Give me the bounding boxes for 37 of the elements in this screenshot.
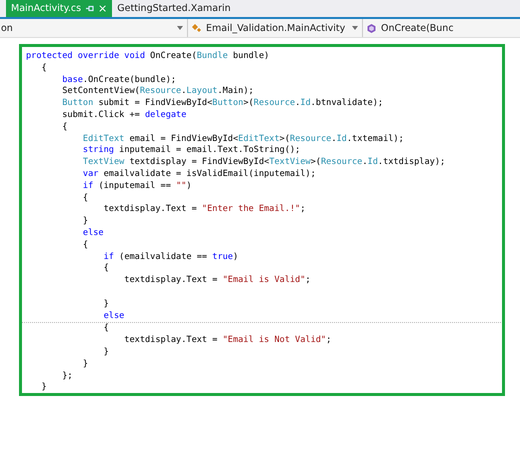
- code-line: textdisplay.Text = "Email is Valid";: [123, 275, 311, 286]
- class-icon: [191, 22, 202, 34]
- code-line: SetContentView(Resource.Layout.Main);: [61, 86, 254, 96]
- code-line: {: [61, 122, 68, 132]
- code-line: var emailvalidate = isValidEmail(inputemail);: [82, 168, 316, 179]
- code-line: textdisplay.Text = "Email is Not Valid";: [123, 335, 332, 346]
- code-line: {: [102, 263, 109, 274]
- file-tab[interactable]: GettingStarted.Xamarin: [112, 0, 236, 17]
- code-line: submit.Click += delegate: [61, 110, 186, 120]
- code-line: }: [102, 346, 109, 357]
- caret-icon: [352, 26, 358, 30]
- code-line: }: [102, 298, 109, 309]
- code-line: textdisplay.Text = "Enter the Email.!";: [102, 204, 306, 214]
- code-line: }: [40, 382, 47, 392]
- dropdown[interactable]: Email_Validation.MainActivity: [188, 19, 363, 37]
- code-line: protected override void OnCreate(Bundle bundle): [26, 51, 270, 61]
- code-line: if (inputemail == ""): [82, 180, 192, 191]
- code-line: TextView textdisplay = FindViewById<TextView>(Resource.Id.txtdisplay);: [82, 157, 446, 168]
- caret-icon: [177, 26, 183, 30]
- code-line: string inputemail = email.Text.ToString();: [82, 145, 300, 156]
- code-line: else: [102, 310, 124, 321]
- code-line: {: [102, 323, 109, 334]
- code-line: }: [82, 216, 88, 226]
- code-line: EditText email = FindViewById<EditText>(Resource.Id.txtemail);: [82, 134, 404, 144]
- code-line: {: [82, 192, 88, 203]
- code-line: {: [82, 240, 88, 250]
- dropdown[interactable]: OnCreate(Bunc: [363, 19, 454, 37]
- method-icon: [366, 22, 377, 34]
- code-line: };: [61, 370, 73, 381]
- pin-icon[interactable]: [85, 4, 94, 13]
- code-line: {: [40, 62, 47, 73]
- dropdown[interactable]: on: [0, 19, 188, 37]
- code-line: Button submit = FindViewById<Button>(Resource.Id.btnvalidate);: [61, 98, 384, 108]
- code-line: }: [82, 358, 88, 369]
- code-line: base.OnCreate(bundle);: [61, 74, 176, 85]
- code-line: if (emailvalidate == true): [102, 252, 238, 262]
- code-line: else: [82, 228, 104, 238]
